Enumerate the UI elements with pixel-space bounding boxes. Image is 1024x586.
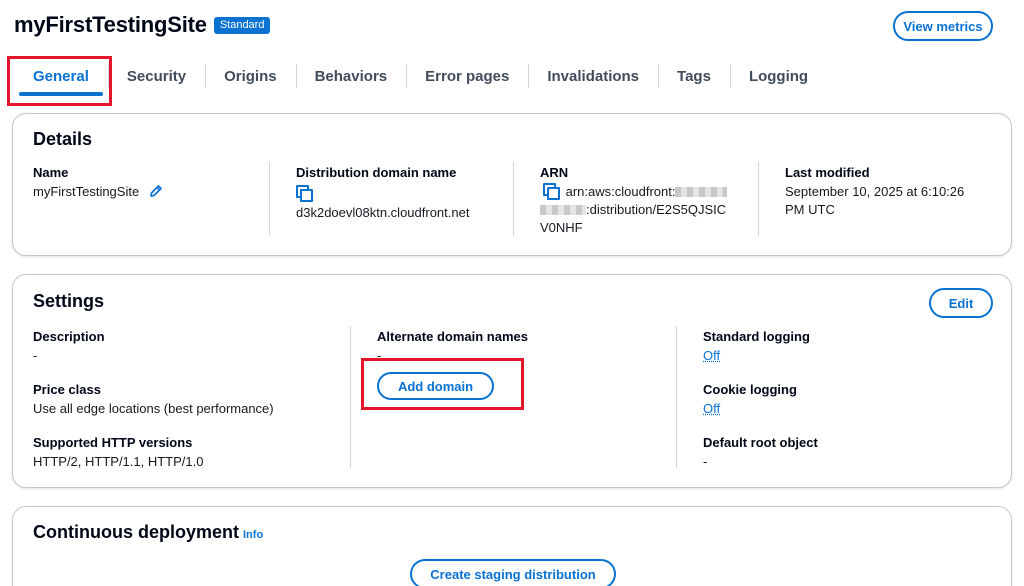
redacted-account-id-2 bbox=[540, 205, 586, 215]
settings-col-1: Description - Price class Use all edge l… bbox=[33, 328, 343, 471]
name-value: myFirstTestingSite bbox=[33, 184, 140, 199]
standard-logging-label: Standard logging bbox=[703, 329, 810, 344]
distribution-domain-label: Distribution domain name bbox=[296, 165, 457, 180]
default-root-label: Default root object bbox=[703, 435, 818, 450]
name-label: Name bbox=[33, 165, 69, 180]
tab-bar: General Security Origins Behaviors Error… bbox=[14, 62, 827, 96]
standard-logging-link[interactable]: Off bbox=[703, 348, 720, 363]
last-modified-field: Last modified September 10, 2025 at 6:10… bbox=[785, 164, 995, 219]
view-metrics-button[interactable]: View metrics bbox=[893, 11, 993, 41]
arn-label: ARN bbox=[540, 165, 569, 180]
cookie-logging-link[interactable]: Off bbox=[703, 401, 720, 416]
default-root-value: - bbox=[703, 454, 708, 469]
price-class-label: Price class bbox=[33, 382, 101, 397]
page-title: myFirstTestingSite bbox=[14, 12, 207, 37]
tab-invalidations[interactable]: Invalidations bbox=[528, 62, 658, 92]
tab-logging[interactable]: Logging bbox=[729, 62, 827, 92]
arn-line-1: arn:aws:cloudfront: bbox=[565, 184, 676, 199]
http-versions-label: Supported HTTP versions bbox=[33, 435, 193, 450]
details-panel: Details Name myFirstTestingSite Distribu… bbox=[12, 113, 1012, 256]
price-class-value: Use all edge locations (best performance… bbox=[33, 401, 274, 416]
last-modified-label: Last modified bbox=[785, 165, 870, 180]
arn-line-2: :distribution/E2S5QJSIC bbox=[586, 202, 727, 217]
tab-error-pages[interactable]: Error pages bbox=[406, 62, 528, 92]
last-modified-line-1: September 10, 2025 at 6:10:26 bbox=[785, 184, 965, 199]
settings-divider-2 bbox=[676, 326, 677, 468]
continuous-deployment-panel: Continuous deployment Info Create staging… bbox=[12, 506, 1012, 586]
settings-divider-1 bbox=[350, 326, 351, 468]
details-divider-2 bbox=[513, 162, 514, 236]
http-versions-value: HTTP/2, HTTP/1.1, HTTP/1.0 bbox=[33, 454, 204, 469]
distribution-domain-value: d3k2doevl08ktn.cloudfront.net bbox=[296, 205, 470, 220]
cookie-logging-label: Cookie logging bbox=[703, 382, 797, 397]
tab-tags[interactable]: Tags bbox=[658, 62, 730, 92]
distribution-domain-field: Distribution domain name d3k2doevl08ktn.… bbox=[296, 164, 516, 222]
info-link[interactable]: Info bbox=[243, 529, 263, 541]
page-header: myFirstTestingSite Standard bbox=[14, 12, 271, 38]
add-domain-highlight bbox=[361, 358, 524, 410]
tab-security[interactable]: Security bbox=[107, 62, 205, 92]
details-title: Details bbox=[33, 129, 93, 149]
name-field: Name myFirstTestingSite bbox=[33, 164, 253, 203]
redacted-account-id bbox=[675, 187, 728, 197]
tab-behaviors[interactable]: Behaviors bbox=[295, 62, 407, 92]
description-value: - bbox=[33, 348, 38, 363]
edit-name-icon[interactable] bbox=[149, 184, 163, 203]
general-tab-highlight bbox=[7, 56, 112, 106]
last-modified-line-2: PM UTC bbox=[785, 202, 835, 217]
edit-settings-button[interactable]: Edit bbox=[929, 288, 993, 318]
copy-domain-icon[interactable] bbox=[296, 185, 313, 202]
arn-field: ARN arn:aws:cloudfront: :distribution/E2… bbox=[540, 164, 740, 237]
continuous-deployment-heading: Continuous deployment bbox=[33, 522, 239, 542]
description-label: Description bbox=[33, 329, 105, 344]
details-divider-3 bbox=[758, 162, 759, 236]
details-divider-1 bbox=[269, 162, 270, 236]
create-staging-distribution-button[interactable]: Create staging distribution bbox=[410, 559, 616, 586]
settings-title: Settings bbox=[33, 291, 105, 311]
alt-domains-label: Alternate domain names bbox=[377, 329, 528, 344]
tab-origins[interactable]: Origins bbox=[205, 62, 296, 92]
copy-arn-icon[interactable] bbox=[543, 183, 560, 200]
arn-line-3: V0NHF bbox=[540, 220, 583, 235]
continuous-deployment-title: Continuous deployment Info bbox=[33, 522, 263, 543]
settings-col-3: Standard logging Off Cookie logging Off … bbox=[703, 328, 983, 471]
plan-badge: Standard bbox=[213, 16, 271, 34]
